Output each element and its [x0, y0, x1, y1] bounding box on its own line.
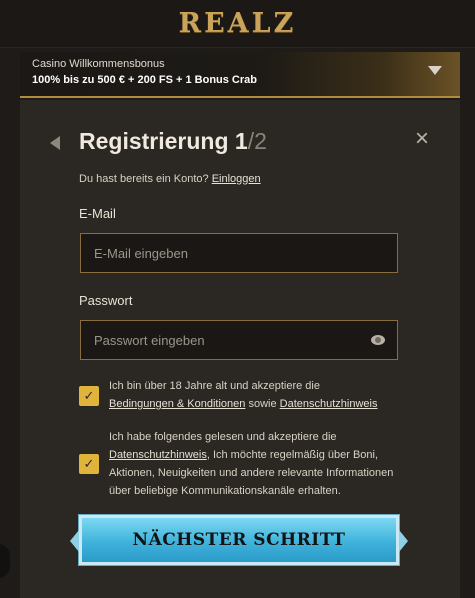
page-title: Registrierung 1/2: [79, 128, 267, 155]
top-bar: REALZ: [0, 0, 475, 48]
side-widget[interactable]: [0, 544, 10, 578]
password-label: Passwort: [79, 293, 133, 308]
title-text: Registrierung: [79, 128, 229, 154]
age-consent-joiner: sowie: [248, 398, 277, 410]
password-field[interactable]: [94, 332, 364, 348]
terms-link[interactable]: Bedingungen & Konditionen: [109, 398, 245, 410]
step-total: /2: [247, 128, 267, 154]
email-field[interactable]: [94, 245, 364, 261]
brand-logo[interactable]: REALZ: [179, 8, 297, 39]
marketing-consent-line: Ich habe folgendes gelesen und akzeptier…: [109, 431, 337, 443]
email-label: E-Mail: [79, 206, 116, 221]
chevron-down-icon[interactable]: [428, 66, 442, 75]
age-consent-text: Ich bin über 18 Jahre alt und akzeptiere…: [109, 377, 409, 413]
login-link[interactable]: Einloggen: [212, 173, 261, 185]
bonus-kicker: Casino Willkommensbonus: [32, 58, 165, 70]
next-step-button[interactable]: NÄCHSTER SCHRITT: [70, 515, 408, 565]
age-consent-line: Ich bin über 18 Jahre alt und akzeptiere…: [109, 380, 320, 392]
checkmark-icon: ✓: [83, 456, 95, 471]
email-field-box[interactable]: [80, 233, 398, 273]
age-consent-checkbox[interactable]: ✓: [79, 386, 99, 406]
welcome-bonus-banner[interactable]: Casino Willkommensbonus 100% bis zu 500 …: [20, 52, 460, 98]
privacy-link-marketing[interactable]: Datenschutzhinweis: [109, 449, 207, 461]
close-icon[interactable]: ×: [411, 127, 433, 151]
login-hint: Du hast bereits ein Konto? Einloggen: [79, 173, 261, 185]
bonus-offer: 100% bis zu 500 € + 200 FS + 1 Bonus Cra…: [32, 74, 257, 86]
marketing-consent-checkbox[interactable]: ✓: [79, 454, 99, 474]
registration-card: Registrierung 1/2 × Du hast bereits ein …: [20, 100, 460, 598]
login-prompt: Du hast bereits ein Konto?: [79, 173, 209, 185]
eye-icon[interactable]: [371, 335, 385, 345]
step-current: 1: [234, 128, 248, 154]
chevron-left-icon[interactable]: [50, 136, 60, 150]
password-field-box[interactable]: [80, 320, 398, 360]
privacy-link[interactable]: Datenschutzhinweis: [280, 398, 378, 410]
marketing-consent-text: Ich habe folgendes gelesen und akzeptier…: [109, 428, 409, 500]
checkmark-icon: ✓: [83, 388, 95, 403]
